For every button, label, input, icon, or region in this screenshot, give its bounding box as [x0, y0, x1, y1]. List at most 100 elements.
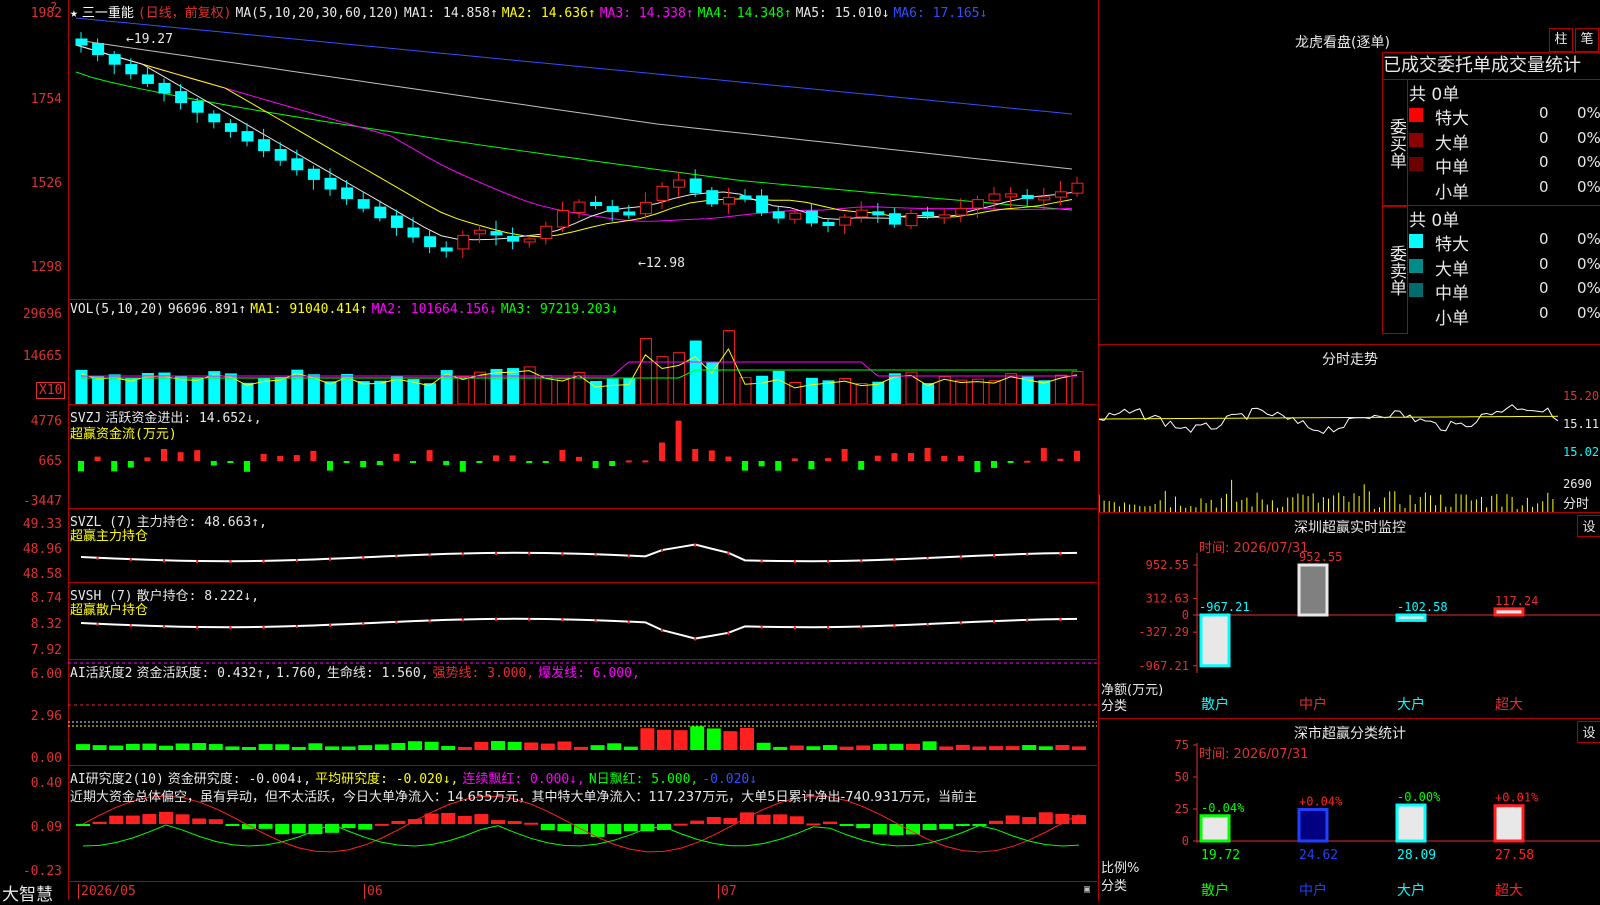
volume-bar: [971, 378, 984, 404]
flow-bar: [725, 456, 732, 461]
flow-bar: [1024, 460, 1031, 463]
dragon-tabs[interactable]: 已成交委托单成交量统计: [1382, 52, 1600, 80]
svsh-line-tick: [229, 626, 232, 630]
volume-bar: [606, 378, 619, 404]
candle: [407, 227, 420, 238]
sell-name: 特大: [1435, 235, 1469, 255]
flow-bar: [758, 461, 765, 467]
volume-bar: [656, 356, 669, 404]
svsh-line-tick: [827, 626, 829, 630]
research-bar: [441, 812, 456, 824]
svzl-tick: 49.33: [22, 517, 62, 532]
activity-bar: [823, 745, 837, 750]
sell-swatch: [1409, 307, 1423, 322]
svzl-line-tick: [661, 549, 663, 553]
classify-value: 19.72: [1201, 848, 1240, 863]
classify-tick: 75: [1175, 738, 1189, 752]
flow-bar: [957, 455, 964, 461]
flow-bar: [891, 453, 898, 461]
buy-orders-label: 委买单: [1382, 79, 1408, 207]
candle: [922, 211, 935, 217]
buy-row: 中单 0 0%: [1409, 153, 1600, 178]
activity-bar: [773, 746, 788, 750]
candle: [573, 201, 586, 213]
monitor-tick: 952.55: [1146, 558, 1189, 572]
candle: [125, 64, 138, 75]
svzl-line-tick: [461, 552, 464, 556]
research-bar: [922, 824, 937, 830]
menu-icon[interactable]: ?: [50, 0, 57, 14]
classify-tick: 50: [1175, 770, 1189, 784]
research-bar: [939, 824, 954, 829]
buy-row: 小单 0 0%: [1409, 178, 1600, 203]
monitor-tick: 312.63: [1146, 592, 1189, 606]
svsh-line-tick: [329, 623, 331, 627]
ma2-value: MA2: 14.636↑: [501, 6, 596, 21]
ai-research-panel: AI研究度2(10) 资金研究度: -0.004↓, 平均研究度: -0.020↓,…: [68, 765, 1097, 882]
ai-act-tick: 0.00: [30, 751, 62, 766]
svsh-line-tick: [163, 625, 165, 629]
activity-bar: [557, 741, 572, 750]
activity-bar: [391, 742, 406, 750]
candle: [971, 199, 984, 209]
volume-bar: [905, 371, 918, 404]
candle: [357, 199, 370, 209]
sell-row: 大单 0 0%: [1409, 255, 1600, 280]
monitor-value: 117.24: [1495, 594, 1538, 608]
svsh-line-tick: [959, 621, 962, 625]
svsh-line-tick: [395, 620, 398, 624]
flow-bar: [974, 461, 981, 473]
price-panel: ★ 三一重能 (日线，前复权) MA(5,10,20,30,60,120) MA1: 1…: [68, 0, 1097, 299]
svzj-tick: -3447: [22, 494, 62, 509]
research-bar: [1038, 812, 1053, 824]
research-bar: [92, 821, 107, 824]
research-bar: [159, 811, 173, 824]
price-tick: 1298: [30, 260, 62, 275]
research-bar: [341, 824, 356, 829]
monitor-bar: [1395, 613, 1427, 622]
vol-params: VOL(5,10,20): [70, 302, 164, 317]
monitor-value: -967.21: [1199, 600, 1250, 614]
sell-row: 中单 0 0%: [1409, 279, 1600, 304]
volume-bar: [125, 378, 138, 404]
flow-bar: [94, 456, 101, 461]
candle: [839, 216, 852, 226]
sell-count: 0: [1539, 279, 1549, 297]
candle: [805, 210, 818, 224]
classify-category: 散户: [1201, 882, 1229, 899]
buy-row: 大单 0 0%: [1409, 129, 1600, 154]
ma4-value: MA4: 14.348↑: [697, 6, 792, 21]
ma5-value: MA5: 15.010↓: [795, 6, 890, 21]
flow-bar: [194, 450, 201, 461]
tick-mode-button[interactable]: 笔: [1575, 28, 1599, 52]
svzl-line-tick: [827, 560, 829, 564]
volume-bar: [274, 376, 287, 404]
flow-bar: [393, 453, 400, 461]
candle: [938, 214, 951, 219]
bar-mode-button[interactable]: 柱: [1549, 28, 1573, 52]
monitor-panel: 深圳超赢实时监控 设 时间: 2026/07/31 952.55 312.63 0-…: [1098, 512, 1600, 719]
svsh-line-tick: [727, 631, 730, 635]
activity-bar: [374, 744, 389, 750]
star-icon[interactable]: ★: [70, 6, 78, 21]
svsh-line-tick: [495, 617, 497, 621]
classify-bar: [1297, 807, 1329, 843]
research-bar: [524, 822, 539, 825]
flow-bar: [841, 448, 848, 461]
svsh-tick: 8.32: [30, 617, 62, 632]
lock-icon[interactable]: ▣: [1084, 884, 1090, 895]
activity-bar: [540, 743, 555, 750]
buy-pct: 0%: [1577, 153, 1600, 171]
activity-bar: [839, 746, 854, 750]
volume-bar: [756, 375, 769, 404]
activity-bar: [889, 743, 904, 750]
vol-ma3: MA3: 97219.203↓: [500, 302, 619, 317]
volume-bar: [507, 368, 520, 404]
dragon-title: 龙虎看盘(逐单): [1295, 35, 1390, 51]
candle: [324, 177, 337, 190]
activity-bar: [607, 743, 622, 750]
vol-unit-badge: X10: [36, 382, 66, 399]
flow-bar: [476, 461, 483, 463]
volume-bar: [1038, 380, 1051, 404]
candle: [224, 123, 237, 132]
